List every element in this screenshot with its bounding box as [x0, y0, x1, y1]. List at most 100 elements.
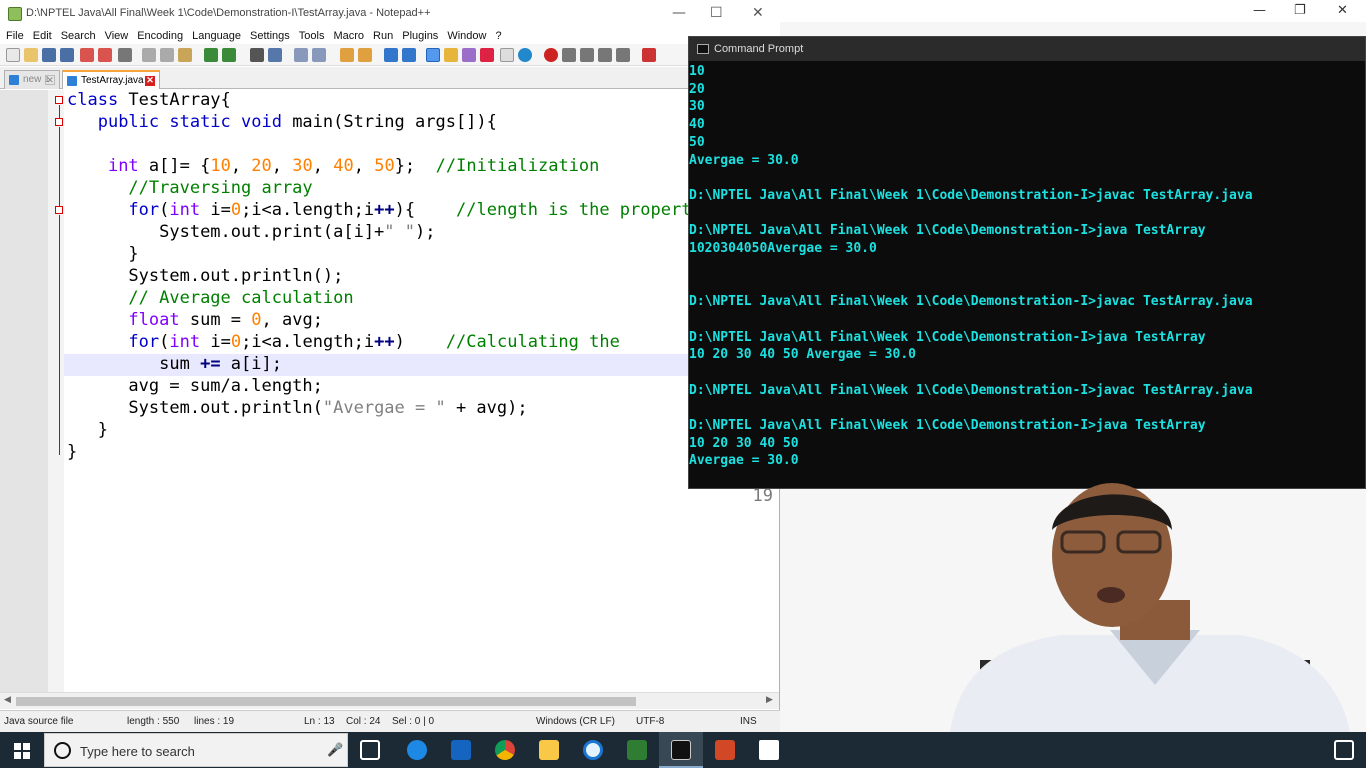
- word-wrap-icon[interactable]: [384, 48, 398, 62]
- fold-line: [59, 215, 60, 455]
- fold-line: [59, 105, 60, 118]
- cmd-output[interactable]: 10 20 30 40 50 Avergae = 30.0 D:\NPTEL Java\Al…: [689, 63, 1365, 489]
- cmd-output-line: 10: [689, 64, 705, 79]
- taskbar-search[interactable]: Type here to search 🎤: [44, 733, 348, 767]
- powerpoint-icon[interactable]: [703, 732, 747, 768]
- menu-view[interactable]: View: [105, 28, 129, 44]
- close-all-icon[interactable]: [98, 48, 112, 62]
- sync-h-icon[interactable]: [358, 48, 372, 62]
- tab-close-icon[interactable]: ✕: [45, 75, 55, 85]
- code-line-17: }: [67, 442, 78, 462]
- stop-macro-icon[interactable]: [562, 48, 576, 62]
- excel-icon[interactable]: [615, 732, 659, 768]
- start-button[interactable]: [0, 732, 44, 768]
- status-filetype: Java source file: [4, 716, 74, 727]
- search-placeholder: Type here to search: [80, 744, 195, 759]
- replace-icon[interactable]: [268, 48, 282, 62]
- status-col: Col : 24: [346, 716, 381, 727]
- menu-plugins[interactable]: Plugins: [402, 28, 438, 44]
- undo-icon[interactable]: [204, 48, 218, 62]
- edge-icon[interactable]: [395, 732, 439, 768]
- record-macro-icon[interactable]: [544, 48, 558, 62]
- menu-tools[interactable]: Tools: [299, 28, 325, 44]
- menu-encoding[interactable]: Encoding: [137, 28, 183, 44]
- cmd-output-line: D:\NPTEL Java\All Final\Week 1\Code\Demo…: [689, 294, 1253, 310]
- command-prompt-window[interactable]: Command Prompt 10 20 30 40 50 Avergae = 30.0 D…: [688, 36, 1366, 489]
- tab-label: TestArray.java: [81, 75, 144, 86]
- npp-maximize-button[interactable]: ☐: [710, 5, 723, 21]
- status-mode: INS: [740, 716, 757, 727]
- tab-close-icon[interactable]: ✕: [145, 76, 155, 86]
- npp-tabbar: new 1 ✕ TestArray.java ✕: [0, 67, 780, 89]
- code-line-8: }: [128, 244, 139, 264]
- run-macro-multiple-icon[interactable]: [598, 48, 612, 62]
- monitoring-icon[interactable]: [518, 48, 532, 62]
- status-eol: Windows (CR LF): [536, 716, 615, 727]
- scrollbar-thumb[interactable]: [16, 697, 636, 706]
- chat-icon[interactable]: [747, 732, 791, 768]
- cmd-output-line: D:\NPTEL Java\All Final\Week 1\Code\Demo…: [689, 329, 1206, 345]
- command-prompt-taskbar-icon[interactable]: [659, 732, 703, 768]
- zoom-out-icon[interactable]: [312, 48, 326, 62]
- cmd-output-line: D:\NPTEL Java\All Final\Week 1\Code\Demo…: [689, 223, 1206, 239]
- fold-marker-icon[interactable]: [55, 96, 63, 104]
- menu-macro[interactable]: Macro: [333, 28, 364, 44]
- store-icon[interactable]: [439, 732, 483, 768]
- tab-testarray-java[interactable]: TestArray.java ✕: [62, 70, 160, 89]
- menu-help[interactable]: ?: [495, 28, 501, 44]
- doc-map-icon[interactable]: [462, 48, 476, 62]
- menu-settings[interactable]: Settings: [250, 28, 290, 44]
- menu-search[interactable]: Search: [61, 28, 96, 44]
- save-all-icon[interactable]: [60, 48, 74, 62]
- folder-workspace-icon[interactable]: [500, 48, 514, 62]
- command-prompt-icon: [697, 44, 709, 54]
- chrome-icon[interactable]: [483, 732, 527, 768]
- indent-guide-icon[interactable]: [426, 48, 440, 62]
- npp-window-title: D:\NPTEL Java\All Final\Week 1\Code\Demo…: [26, 7, 431, 19]
- notepadpp-icon: [8, 7, 22, 21]
- play-macro-icon[interactable]: [580, 48, 594, 62]
- notifications-icon[interactable]: [1322, 732, 1366, 768]
- menu-run[interactable]: Run: [373, 28, 393, 44]
- cmd-output-line: D:\NPTEL Java\All Final\Week 1\Code\Demo…: [689, 187, 1253, 203]
- menu-language[interactable]: Language: [192, 28, 241, 44]
- scroll-left-icon[interactable]: ◀: [4, 695, 11, 705]
- spellcheck-icon[interactable]: [642, 48, 656, 62]
- find-icon[interactable]: [250, 48, 264, 62]
- zoom-in-icon[interactable]: [294, 48, 308, 62]
- save-macro-icon[interactable]: [616, 48, 630, 62]
- file-explorer-icon[interactable]: [527, 732, 571, 768]
- horizontal-scrollbar[interactable]: ◀ ▶: [0, 692, 779, 709]
- code-editor[interactable]: 1 2 3 4 5 6 7 8 9 10 11 12 13 14 15 16 1…: [0, 90, 779, 692]
- fold-marker-icon[interactable]: [55, 206, 63, 214]
- npp-close-button[interactable]: ✕: [752, 5, 764, 21]
- copy-icon[interactable]: [160, 48, 174, 62]
- open-file-icon[interactable]: [24, 48, 38, 62]
- menu-file[interactable]: File: [6, 28, 24, 44]
- menu-edit[interactable]: Edit: [33, 28, 52, 44]
- new-file-icon[interactable]: [6, 48, 20, 62]
- minimize-icon[interactable]: —: [1253, 3, 1266, 18]
- task-view-icon[interactable]: [348, 732, 392, 768]
- cut-icon[interactable]: [142, 48, 156, 62]
- show-all-chars-icon[interactable]: [402, 48, 416, 62]
- save-icon[interactable]: [42, 48, 56, 62]
- npp-minimize-button[interactable]: —: [672, 5, 686, 21]
- print-icon[interactable]: [118, 48, 132, 62]
- scroll-right-icon[interactable]: ▶: [766, 695, 773, 705]
- code-line-11: float sum = 0, avg;: [128, 310, 323, 330]
- taskbar: Type here to search 🎤: [0, 732, 1366, 768]
- sync-v-icon[interactable]: [340, 48, 354, 62]
- udl-icon[interactable]: [444, 48, 458, 62]
- redo-icon[interactable]: [222, 48, 236, 62]
- tab-new-1[interactable]: new 1 ✕: [4, 70, 60, 89]
- maximize-icon[interactable]: ❐: [1294, 3, 1306, 18]
- paste-icon[interactable]: [178, 48, 192, 62]
- fold-marker-icon[interactable]: [55, 118, 63, 126]
- function-list-icon[interactable]: [480, 48, 494, 62]
- microphone-icon[interactable]: 🎤: [327, 743, 343, 758]
- media-icon[interactable]: [571, 732, 615, 768]
- close-file-icon[interactable]: [80, 48, 94, 62]
- menu-window[interactable]: Window: [447, 28, 486, 44]
- close-icon[interactable]: ✕: [1337, 3, 1348, 18]
